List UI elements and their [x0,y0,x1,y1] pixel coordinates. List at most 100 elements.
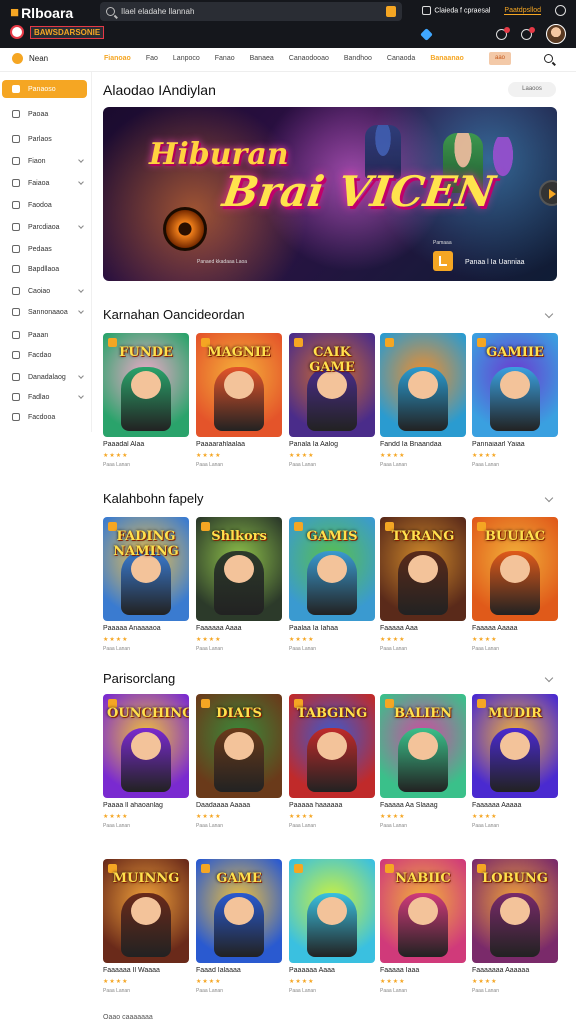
game-card[interactable]: Fandd Ia Bnaandaa ★★★★ Paaa Lanan [380,333,466,468]
sidebar-item[interactable]: Sannonaaoa [2,303,87,321]
game-name[interactable]: Pannaiaarl Yaiaa [472,441,558,448]
game-name[interactable]: Faaaaa Aaa [380,625,466,632]
nav-link[interactable]: Banaanao [430,55,463,62]
game-name[interactable]: Faaaaa Aa Slaaag [380,802,466,809]
sidebar-item[interactable]: Parcdiaoa [2,218,87,236]
game-name[interactable]: Paaadal Alaa [103,441,189,448]
game-thumbnail[interactable] [380,333,466,437]
game-card[interactable]: GAMIS Paalaa Ia Iahaa ★★★★ Paaa Lanan [289,517,375,652]
game-name[interactable]: Paaaaa haaaaaa [289,802,375,809]
game-thumbnail[interactable] [289,859,375,963]
sidebar-item[interactable]: Danadalaog [2,368,87,386]
brand-text[interactable]: BAWSDARSONIE [30,25,105,39]
game-card[interactable]: FUNDE Paaadal Alaa ★★★★ Paaa Lanan [103,333,189,468]
search-input[interactable]: Ilael eladahe llannah [100,2,402,21]
nav-link[interactable]: Bandhoo [344,55,372,62]
game-card[interactable]: FADING NAMING Paaaaa Anaaaaoa ★★★★ Paaa Lan… [103,517,189,652]
chevron-right-icon[interactable] [539,180,557,206]
sidebar-item[interactable]: Parlaos [2,130,87,148]
game-name[interactable]: Faaaaaa Il Waaaa [103,967,189,974]
game-card[interactable]: MUINNG Faaaaaa Il Waaaa ★★★★ Paaa Lanan [103,859,189,994]
site-logo[interactable]: ■ Rlboara [10,4,73,21]
nav-link[interactable]: Fao [146,55,158,62]
sidebar-item[interactable]: Faiaoa [2,174,87,192]
nav-search-icon[interactable] [544,54,553,63]
nav-link[interactable]: Canaodooao [289,55,329,62]
brand-circle-icon[interactable] [10,25,24,39]
game-thumbnail[interactable]: BALIEN [380,694,466,798]
sidebar-item[interactable]: Faodoa [2,196,87,214]
game-name[interactable]: Paaaaa Anaaaaoa [103,625,189,632]
game-card[interactable]: NABIIC Faaaaa Iaaa ★★★★ Paaa Lanan [380,859,466,994]
sidebar-item[interactable]: Pedaas [2,240,87,258]
game-card[interactable]: DIATS Daadaaaa Aaaaa ★★★★ Paaa Lanan [196,694,282,829]
game-name[interactable]: Faaaaaa Aaaa [196,625,282,632]
game-thumbnail[interactable]: TABGING [289,694,375,798]
game-card[interactable]: GAME Faaad Ialaaaa ★★★★ Paaa Lanan [196,859,282,994]
game-card[interactable]: BUUIAC Faaaaa Aaaaa ★★★★ Paaa Lanan [472,517,558,652]
game-thumbnail[interactable]: FUNDE [103,333,189,437]
game-thumbnail[interactable]: GAMIIE [472,333,558,437]
game-thumbnail[interactable]: OUNCHING [103,694,189,798]
chevron-down-icon[interactable] [544,309,554,319]
game-thumbnail[interactable]: NABIIC [380,859,466,963]
sidebar-item[interactable]: Facdooa [2,408,87,426]
game-thumbnail[interactable]: TYRANG [380,517,466,621]
chevron-down-icon[interactable] [544,673,554,683]
sidebar-item[interactable]: Bapdllaoa [2,260,87,278]
promo-link[interactable]: Paatdpsllod [504,7,541,15]
game-thumbnail[interactable]: MAGNIE [196,333,282,437]
sidebar-item[interactable]: Facdao [2,346,87,364]
sidebar-item[interactable]: Paoaa [2,105,87,123]
game-thumbnail[interactable]: MUDIR [472,694,558,798]
game-card[interactable]: MUDIR Faaaaaa Aaaaa ★★★★ Paaa Lanan [472,694,558,829]
game-card[interactable]: BALIEN Faaaaa Aa Slaaag ★★★★ Paaa Lanan [380,694,466,829]
nav-home[interactable]: Nean [12,53,48,64]
game-card[interactable]: LOBUNG Faaaaaaa Aaaaaa ★★★★ Paaa Lanan [472,859,558,994]
nav-link[interactable]: Fanao [215,55,235,62]
avatar[interactable] [546,24,566,44]
game-thumbnail[interactable]: FADING NAMING [103,517,189,621]
game-name[interactable]: Faaaaaaa Aaaaaa [472,967,558,974]
account-link[interactable]: Claieda f cpraesal [422,6,490,15]
nav-user-button[interactable]: aao [489,52,511,65]
game-card[interactable]: Paaaaaa Aaaa ★★★★ Paaa Lanan [289,859,375,994]
nav-link[interactable]: Canaoda [387,55,415,62]
filter-button[interactable]: Laaoos [508,82,556,97]
game-thumbnail[interactable]: CAIK GAME [289,333,375,437]
sidebar-item[interactable]: Fiaon [2,152,87,170]
game-name[interactable]: Paaaarahlaalaa [196,441,282,448]
game-name[interactable]: Paaaaaa Aaaa [289,967,375,974]
nav-link[interactable]: Fianoao [104,55,131,62]
lock-icon[interactable] [386,6,396,17]
nav-link[interactable]: Lanpoco [173,55,200,62]
game-thumbnail[interactable]: BUUIAC [472,517,558,621]
game-name[interactable]: Faaaaa Iaaa [380,967,466,974]
hero-banner[interactable]: Hiburan Brai VICEN Pamaaa Panaed kkadaaa… [103,107,557,281]
game-card[interactable]: OUNCHING Paaaa ll ahaoanlag ★★★★ Paaa Lanan [103,694,189,829]
game-thumbnail[interactable]: GAME [196,859,282,963]
game-name[interactable]: Panala Ia Aalog [289,441,375,448]
hero-play-button[interactable] [433,251,453,271]
game-card[interactable]: GAMIIE Pannaiaarl Yaiaa ★★★★ Paaa Lanan [472,333,558,468]
game-name[interactable]: Paaaa ll ahaoanlag [103,802,189,809]
sidebar-item[interactable]: Fadlao [2,388,87,406]
game-card[interactable]: TABGING Paaaaa haaaaaa ★★★★ Paaa Lanan [289,694,375,829]
game-name[interactable]: Fandd Ia Bnaandaa [380,441,466,448]
game-card[interactable]: MAGNIE Paaaarahlaalaa ★★★★ Paaa Lanan [196,333,282,468]
notification-icon[interactable] [496,26,510,40]
game-name[interactable]: Faaad Ialaaaa [196,967,282,974]
game-card[interactable]: TYRANG Faaaaa Aaa ★★★★ Paaa Lanan [380,517,466,652]
nav-link[interactable]: Banaea [250,55,274,62]
game-thumbnail[interactable]: Shlkors [196,517,282,621]
chevron-down-icon[interactable] [544,493,554,503]
game-thumbnail[interactable]: GAMIS [289,517,375,621]
game-name[interactable]: Faaaaaa Aaaaa [472,802,558,809]
game-name[interactable]: Faaaaa Aaaaa [472,625,558,632]
bell-icon[interactable] [521,26,535,40]
game-thumbnail[interactable]: DIATS [196,694,282,798]
game-name[interactable]: Daadaaaa Aaaaa [196,802,282,809]
diamond-icon[interactable] [420,28,433,41]
game-name[interactable]: Paalaa Ia Iahaa [289,625,375,632]
sidebar-item[interactable]: Panaoso [2,80,87,98]
